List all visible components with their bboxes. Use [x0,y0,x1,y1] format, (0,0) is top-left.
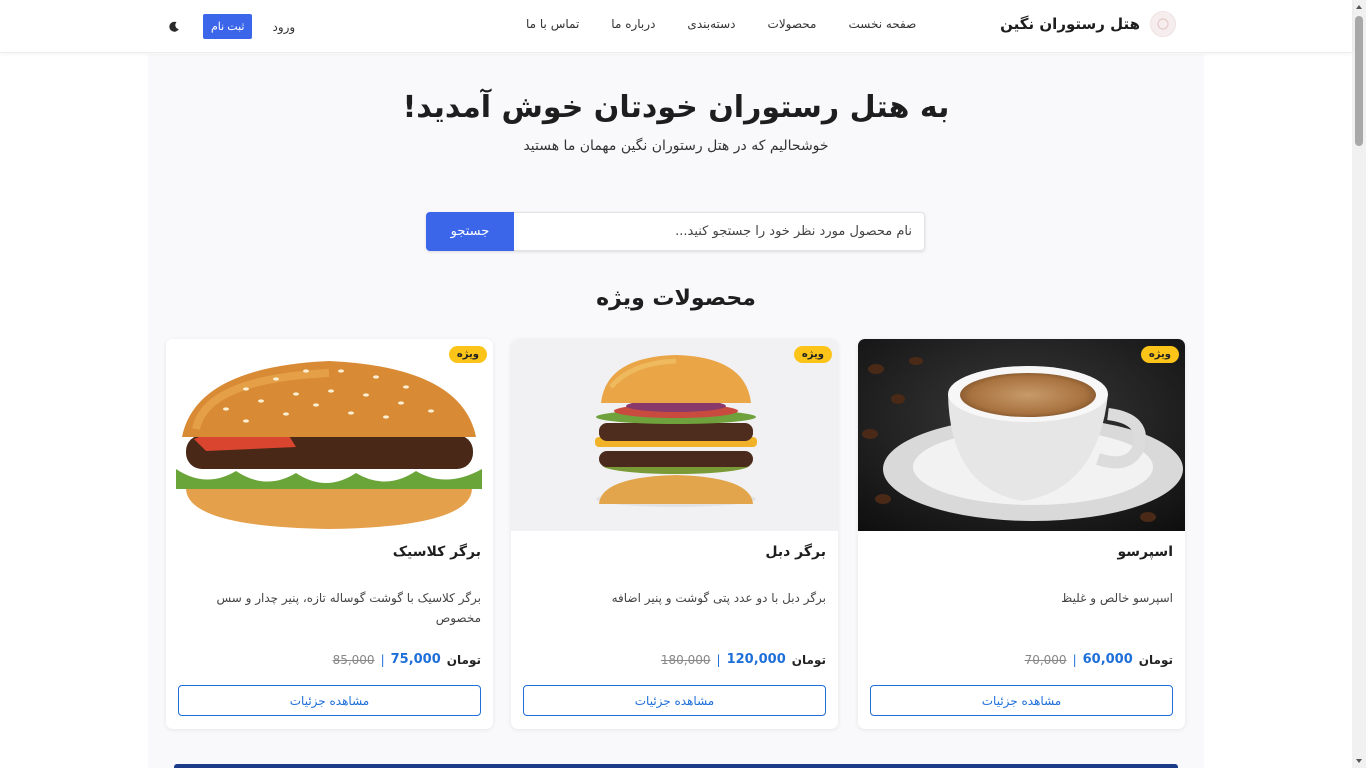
product-name: برگر کلاسیک [392,544,481,560]
scrollbar-thumb[interactable] [1355,16,1363,146]
old-price: 70,000 [1024,652,1067,667]
current-price: 120,000 [726,652,786,667]
current-price: 60,000 [1082,652,1133,667]
special-badge: ویژه [793,346,832,363]
product-card-double-burger[interactable]: ویژه برگر دبل برگر دبل با دو عدد پتی گوش… [511,339,838,729]
classic-burger-image [166,339,493,531]
nav-links: صفحه نخست محصولات دسته‌بندی درباره ما تم… [510,17,932,31]
nav-link-products[interactable]: محصولات [752,17,833,31]
search-bar: جستجو [426,212,925,251]
navbar: هتل رستوران نگین صفحه نخست محصولات دسته‌… [0,0,1352,53]
view-details-button[interactable]: مشاهده جزئیات [870,685,1173,716]
special-badge: ویژه [448,346,487,363]
hero-subtitle: خوشحالیم که در هتل رستوران نگین مهمان ما… [523,138,829,154]
view-details-button[interactable]: مشاهده جزئیات [178,685,481,716]
brand-logo-icon [1150,11,1176,37]
special-badge: ویژه [1140,346,1179,363]
search-button[interactable]: جستجو [426,212,514,251]
nav-link-categories[interactable]: دسته‌بندی [671,17,751,31]
search-input[interactable] [514,212,925,251]
currency-label: تومان [446,652,481,667]
product-description: برگر کلاسیک با گوشت گوساله تازه، پنیر چد… [216,591,481,625]
main-content: به هتل رستوران خودتان خوش آمدید! خوشحالی… [148,54,1204,768]
view-details-button[interactable]: مشاهده جزئیات [523,685,826,716]
nav-link-about[interactable]: درباره ما [595,17,671,31]
price-row: تومان 75,000 | 85,000 [333,652,481,667]
product-description: برگر دبل با دو عدد پتی گوشت و پنیر اضافه [611,591,826,605]
price-row: تومان 60,000 | 70,000 [1025,652,1173,667]
price-separator: | [380,652,385,667]
hero-title: به هتل رستوران خودتان خوش آمدید! [402,90,950,125]
nav-actions: ثبت نام ورود [166,14,295,39]
old-price: 180,000 [660,652,711,667]
login-link[interactable]: ورود [272,20,295,34]
product-name: برگر دبل [765,544,826,560]
price-row: تومان 120,000 | 180,000 [661,652,826,667]
espresso-image [858,339,1185,531]
scroll-down-arrow-icon[interactable] [1352,754,1366,768]
currency-label: تومان [1138,652,1173,667]
price-separator: | [1072,652,1077,667]
signup-button[interactable]: ثبت نام [203,14,253,39]
product-card-espresso[interactable]: ویژه اسپرسو اسپرسو خالص و غلیظ تومان 60,… [858,339,1185,729]
next-section-edge [174,764,1178,768]
currency-label: تومان [791,652,826,667]
product-description: اسپرسو خالص و غلیظ [1061,591,1173,605]
current-price: 75,000 [390,652,441,667]
featured-title: محصولات ویژه [596,286,756,311]
product-name: اسپرسو [1117,544,1173,560]
price-separator: | [716,652,721,667]
page-scrollbar[interactable] [1352,0,1366,768]
product-card-classic-burger[interactable]: ویژه برگر کلاسیک برگر کلاسیک با گوشت گوس… [166,339,493,729]
moon-icon[interactable] [166,19,182,35]
nav-link-home[interactable]: صفحه نخست [832,17,932,31]
old-price: 85,000 [332,652,375,667]
brand-name: هتل رستوران نگین [1000,15,1140,33]
nav-link-contact[interactable]: تماس با ما [510,17,595,31]
brand[interactable]: هتل رستوران نگین [1000,11,1176,37]
double-burger-image [511,339,838,531]
scroll-up-arrow-icon[interactable] [1352,0,1366,14]
